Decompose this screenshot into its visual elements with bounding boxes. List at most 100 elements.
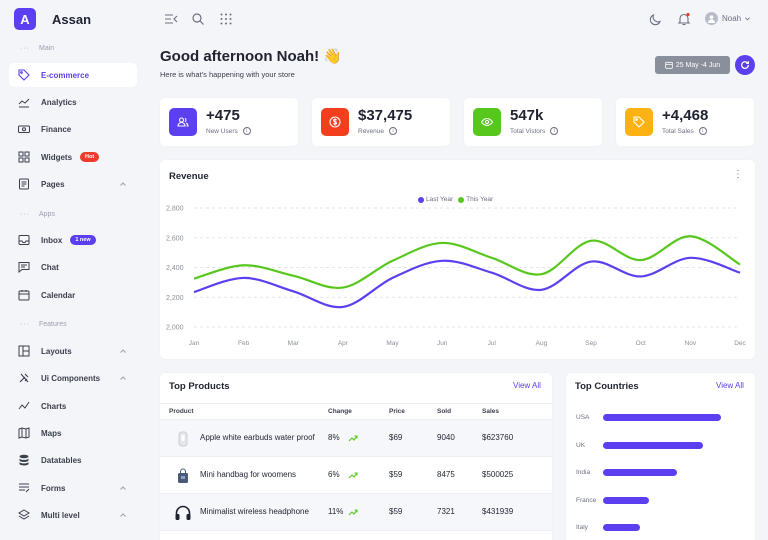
table-row[interactable]: Minimalist wireless headphone 11% $59 73…	[160, 494, 552, 531]
sidebar-item-pages[interactable]: Pages	[9, 172, 137, 196]
search-icon[interactable]	[191, 12, 205, 26]
x-tick-label: Dec	[734, 340, 746, 347]
stat-card-sales: +4,468 Total Sales i	[616, 98, 754, 146]
product-name: Minimalist wireless headphone	[200, 507, 309, 516]
product-sold: 8475	[437, 470, 455, 479]
x-tick-label: Sep	[585, 340, 597, 347]
info-icon[interactable]: i	[242, 127, 251, 135]
country-label: USA	[576, 414, 590, 421]
sidebar-item-label: Datatables	[41, 455, 82, 465]
stat-label: New Users i	[206, 127, 251, 135]
stat-label: Total Sales i	[662, 127, 707, 135]
y-tick-label: 2,600	[166, 235, 184, 242]
x-tick-label: Feb	[238, 340, 250, 347]
info-icon[interactable]: i	[698, 127, 707, 135]
x-tick-label: May	[386, 340, 399, 347]
product-sales: $431939	[482, 507, 514, 516]
topbar: Noah	[145, 0, 768, 40]
y-tick-label: 2,800	[166, 206, 184, 213]
x-tick-label: Jul	[488, 340, 497, 347]
sidebar-item-datatables[interactable]: Datatables	[9, 448, 137, 472]
country-bar	[603, 441, 704, 449]
col-price[interactable]: Price	[389, 408, 405, 415]
sidebar-item-forms[interactable]: Forms	[9, 476, 137, 500]
trend-up-icon	[348, 509, 358, 516]
products-view-all-link[interactable]: View All	[513, 381, 541, 390]
x-tick-label: Mar	[288, 340, 300, 347]
product-change: 6%	[328, 470, 340, 479]
product-sales: $623760	[482, 433, 514, 442]
top-countries-title: Top Countries	[575, 381, 639, 392]
sidebar-item-ui-components[interactable]: Ui Components	[9, 366, 137, 390]
country-label: France	[576, 496, 597, 504]
section-main: ··· Main	[20, 45, 55, 52]
sidebar-item-layouts[interactable]: Layouts	[9, 339, 137, 363]
sidebar-item-calendar[interactable]: Calendar	[9, 283, 137, 307]
trend-up-icon	[348, 435, 358, 442]
sidebar-item-analytics[interactable]: Analytics	[9, 90, 137, 114]
headphone-icon	[173, 503, 192, 522]
layout-icon	[18, 345, 30, 357]
sidebar-item-inbox[interactable]: Inbox 1 new	[9, 228, 137, 252]
tools-icon	[18, 372, 30, 384]
product-sold: 9040	[437, 433, 455, 442]
refresh-icon	[741, 61, 749, 69]
product-change: 8%	[328, 433, 340, 442]
info-icon[interactable]: i	[389, 127, 398, 135]
chevron-down-icon	[745, 17, 751, 21]
top-products-card: Top Products View All Product Change Pri…	[160, 373, 552, 540]
sidebar-item-label: Ui Components	[41, 373, 101, 383]
sidebar-item-charts[interactable]: Charts	[9, 394, 137, 418]
x-tick-label: Aug	[536, 340, 548, 347]
country-bar	[603, 524, 640, 531]
stat-label: Revenue i	[358, 127, 398, 135]
date-range-button[interactable]: 25 May -4 Jun	[655, 56, 730, 74]
country-label: India	[576, 469, 591, 476]
revenue-card: Revenue ⋮ Last Year This Year 2,800 2,600…	[160, 160, 755, 359]
countries-view-all-link[interactable]: View All	[716, 381, 744, 390]
sidebar-item-label: Multi level	[41, 510, 80, 520]
brand[interactable]: A Assan	[14, 8, 91, 30]
sidebar-item-chat[interactable]: Chat	[9, 255, 137, 279]
apps-grid-icon[interactable]	[219, 12, 233, 26]
refresh-button[interactable]	[735, 55, 755, 75]
sidebar-item-label: Chat	[41, 262, 59, 272]
menu-collapse-icon[interactable]	[164, 12, 178, 26]
user-menu[interactable]: Noah	[705, 12, 751, 25]
sidebar: A Assan ··· Main E-commerce Analytics Fin…	[0, 0, 145, 540]
series-line-last-year[interactable]	[193, 256, 741, 309]
dollar-icon	[321, 108, 349, 136]
bell-icon[interactable]	[677, 12, 691, 26]
info-icon[interactable]: i	[550, 127, 559, 135]
chevron-up-icon	[120, 486, 126, 490]
sidebar-item-label: Forms	[41, 483, 66, 493]
stat-label: Total Vistors i	[510, 127, 559, 135]
country-label: UK	[576, 441, 586, 449]
user-name: Noah	[722, 14, 742, 23]
sidebar-item-label: Pages	[41, 179, 65, 189]
sidebar-item-ecommerce[interactable]: E-commerce	[9, 63, 137, 87]
col-product[interactable]: Product	[169, 408, 194, 415]
sidebar-item-label: Maps	[41, 428, 62, 438]
sidebar-item-maps[interactable]: Maps	[9, 421, 137, 445]
product-change: 11%	[328, 507, 344, 516]
moon-icon[interactable]	[649, 12, 663, 26]
chat-icon	[18, 261, 30, 273]
calendar-icon	[665, 61, 673, 69]
sidebar-item-multi-level[interactable]: Multi level	[9, 503, 137, 527]
col-sold[interactable]: Sold	[437, 408, 451, 415]
sidebar-item-finance[interactable]: Finance	[9, 117, 137, 141]
earbuds-icon	[173, 429, 192, 448]
col-sales[interactable]: Sales	[482, 408, 499, 415]
table-row[interactable]: Apple white earbuds water proof 8% $69 9…	[160, 420, 552, 457]
stat-card-revenue: $37,475 Revenue i	[312, 98, 450, 146]
table-row[interactable]: Mini handbag for woomens 6% $59 8475 $50…	[160, 457, 552, 494]
stat-card-new-users: +475 New Users i	[160, 98, 298, 146]
grid-icon	[18, 151, 30, 163]
y-tick-label: 2,000	[166, 325, 184, 332]
revenue-chart: 2,800 2,600 2,400 2,200 2,000 Jan Feb Mar Apr May…	[166, 206, 747, 348]
col-change[interactable]: Change	[328, 408, 352, 415]
sidebar-item-label: Inbox	[41, 235, 63, 245]
series-line-this-year[interactable]	[193, 235, 741, 290]
sidebar-item-widgets[interactable]: Widgets Hot	[9, 145, 137, 169]
